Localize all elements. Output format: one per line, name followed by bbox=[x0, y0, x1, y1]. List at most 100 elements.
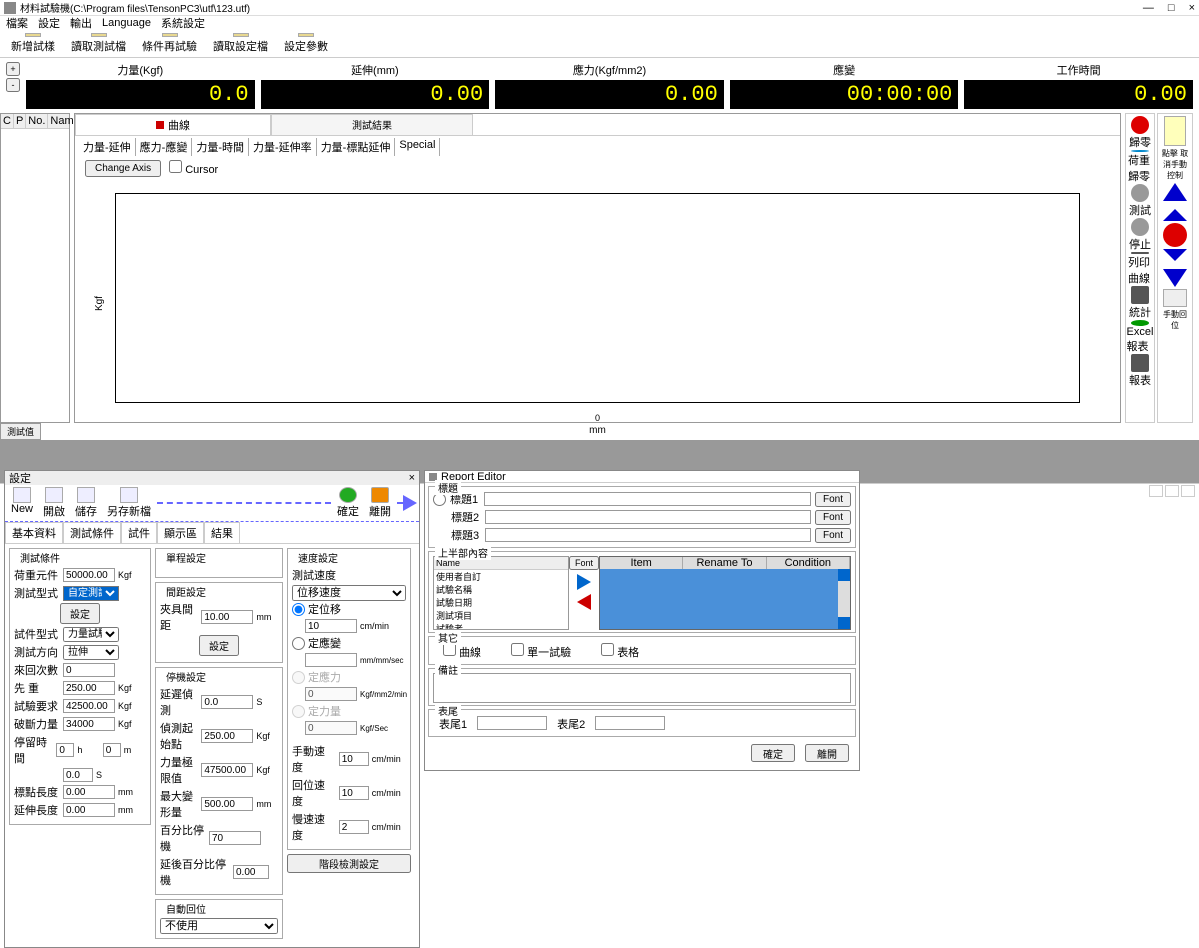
subtab-3[interactable]: 力量-延伸率 bbox=[249, 138, 317, 156]
dlg1-tab-1[interactable]: 測試條件 bbox=[63, 522, 121, 543]
ro-time-label: 工作時間 bbox=[964, 62, 1193, 80]
note-input[interactable] bbox=[433, 673, 851, 703]
readout-minus[interactable]: - bbox=[6, 78, 20, 92]
cursor-check[interactable]: Cursor bbox=[169, 160, 218, 177]
auto-return-select[interactable]: 不使用 bbox=[160, 918, 278, 934]
manual-return-button[interactable] bbox=[1163, 289, 1187, 307]
remove-field-button[interactable] bbox=[577, 594, 591, 610]
ro-force-value: 0.0 bbox=[26, 80, 255, 109]
y-axis-label: Kgf bbox=[94, 296, 105, 311]
font1-btn[interactable]: Font bbox=[815, 492, 851, 507]
x-axis-label: mm bbox=[75, 425, 1120, 436]
scroll-down-icon[interactable] bbox=[838, 617, 850, 629]
subtab-4[interactable]: 力量-標點延伸 bbox=[317, 138, 396, 156]
calc-button[interactable]: 統計 bbox=[1128, 286, 1152, 320]
print-button[interactable]: 列印曲線 bbox=[1128, 252, 1152, 286]
ro-ext-value: 0.00 bbox=[261, 80, 490, 109]
jog-stop-button[interactable] bbox=[1163, 223, 1187, 247]
ro-strain-label: 應變 bbox=[730, 62, 959, 80]
jog-up-button[interactable] bbox=[1163, 183, 1187, 201]
dlg1-close[interactable]: × bbox=[409, 472, 415, 484]
min-button[interactable]: — bbox=[1143, 2, 1154, 14]
window-title: 材料試驗機(C:\Program files\TensonPC3\utf\123… bbox=[20, 0, 250, 15]
tb-new-sample[interactable]: 新增試樣 bbox=[4, 32, 62, 55]
scroll-up-icon[interactable] bbox=[838, 569, 850, 581]
menu-settings[interactable]: 設定 bbox=[38, 15, 60, 31]
tb-set-param[interactable]: 設定參數 bbox=[277, 32, 335, 55]
dlg1-save[interactable]: 儲存 bbox=[71, 487, 101, 519]
dlg1-tab-3[interactable]: 顯示區 bbox=[157, 522, 204, 543]
font3-btn[interactable]: Font bbox=[815, 528, 851, 543]
ro-stress-label: 應力(Kgf/mm2) bbox=[495, 62, 724, 80]
dlg2-ok-button[interactable]: 確定 bbox=[751, 744, 795, 762]
title3-input[interactable] bbox=[485, 528, 811, 542]
dlg1-saveas[interactable]: 另存新檔 bbox=[103, 487, 155, 519]
add-field-button[interactable] bbox=[577, 574, 591, 590]
load-zero-button[interactable]: 荷重歸零 bbox=[1128, 150, 1152, 184]
preload-input[interactable] bbox=[63, 681, 115, 695]
stop-button[interactable]: 停止 bbox=[1128, 218, 1152, 252]
tb-load-test[interactable]: 讀取測試檔 bbox=[64, 32, 133, 55]
zero-button[interactable]: 歸零 bbox=[1128, 116, 1152, 150]
plot-area: Kgf bbox=[115, 193, 1080, 403]
dir-select[interactable]: 拉伸 bbox=[63, 645, 119, 660]
dlg1-tab-4[interactable]: 結果 bbox=[204, 522, 240, 543]
menu-output[interactable]: 輸出 bbox=[70, 15, 92, 31]
foot1-input[interactable] bbox=[477, 716, 547, 730]
tab-results[interactable]: 測試結果 bbox=[271, 114, 473, 135]
dlg1-title: 設定 bbox=[9, 470, 31, 486]
jog-down-button[interactable] bbox=[1163, 269, 1187, 287]
strip-tab[interactable]: 測試值 bbox=[0, 423, 41, 440]
dlg1-cancel[interactable]: 離開 bbox=[365, 487, 395, 519]
tab-curve[interactable]: 曲線 bbox=[75, 114, 271, 135]
dlg1-new[interactable]: New bbox=[7, 487, 37, 519]
jog-up-fast-button[interactable] bbox=[1163, 209, 1187, 221]
font2-btn[interactable]: Font bbox=[815, 510, 851, 525]
load-cell-input[interactable] bbox=[63, 568, 115, 582]
dlg1-tab-0[interactable]: 基本資料 bbox=[5, 522, 63, 543]
break-input[interactable] bbox=[63, 717, 115, 731]
dlg2-cancel-button[interactable]: 離開 bbox=[805, 744, 849, 762]
req-input[interactable] bbox=[63, 699, 115, 713]
report-editor-dialog: Report Editor 標題 標題1Font 標題2Font 標題3Font… bbox=[424, 470, 860, 771]
foot2-input[interactable] bbox=[595, 716, 665, 730]
dlg1-ok[interactable]: 確定 bbox=[333, 487, 363, 519]
subtab-0[interactable]: 力量-延伸 bbox=[79, 138, 136, 156]
ro-strain-value: 00:00:00 bbox=[730, 80, 959, 109]
ro-time-value: 0.00 bbox=[964, 80, 1193, 109]
speed-mode-select[interactable]: 位移速度 bbox=[292, 585, 406, 601]
loop-input[interactable] bbox=[63, 663, 115, 677]
menu-language[interactable]: Language bbox=[102, 17, 151, 29]
readout-plus[interactable]: + bbox=[6, 62, 20, 76]
menu-file[interactable]: 檔案 bbox=[6, 15, 28, 31]
ro-ext-label: 延伸(mm) bbox=[261, 62, 490, 80]
spec-type-select[interactable]: 力量試驗 bbox=[63, 627, 119, 642]
subtab-5[interactable]: Special bbox=[395, 138, 440, 156]
test-type-select[interactable]: 自定測試 bbox=[63, 586, 119, 601]
tb-load-cfg[interactable]: 讀取設定檔 bbox=[206, 32, 275, 55]
title1-input[interactable] bbox=[484, 492, 811, 506]
report-button[interactable]: 報表 bbox=[1128, 354, 1152, 388]
available-fields-list[interactable]: Name 使用者自訂 試驗名稱 試驗日期 測試項目 試驗者 試驗速度 試驗溫度 bbox=[433, 556, 569, 630]
selected-fields-grid[interactable]: ItemRename ToCondition bbox=[599, 556, 851, 630]
max-button[interactable]: □ bbox=[1168, 2, 1175, 14]
close-button[interactable]: × bbox=[1189, 2, 1195, 14]
sample-list[interactable]: C P No. Name bbox=[0, 113, 70, 423]
type-set-btn[interactable]: 設定 bbox=[60, 603, 100, 624]
title2-input[interactable] bbox=[485, 510, 811, 524]
section-detect-btn[interactable]: 階段檢測設定 bbox=[287, 854, 411, 873]
tb-retest[interactable]: 條件再試驗 bbox=[135, 32, 204, 55]
test-button[interactable]: 測試 bbox=[1128, 184, 1152, 218]
app-icon bbox=[4, 2, 16, 14]
ro-stress-value: 0.00 bbox=[495, 80, 724, 109]
dlg1-open[interactable]: 開啟 bbox=[39, 487, 69, 519]
list-font-btn[interactable]: Font bbox=[569, 556, 599, 570]
menu-sys[interactable]: 系統設定 bbox=[161, 15, 205, 31]
jog-down-fast-button[interactable] bbox=[1163, 249, 1187, 261]
change-axis-button[interactable]: Change Axis bbox=[85, 160, 161, 177]
excel-button[interactable]: Excel報表 bbox=[1128, 320, 1152, 354]
subtab-1[interactable]: 應力-應變 bbox=[136, 138, 193, 156]
dlg1-tab-2[interactable]: 試件 bbox=[121, 522, 157, 543]
hand-icon[interactable] bbox=[1164, 116, 1186, 146]
subtab-2[interactable]: 力量-時間 bbox=[192, 138, 249, 156]
